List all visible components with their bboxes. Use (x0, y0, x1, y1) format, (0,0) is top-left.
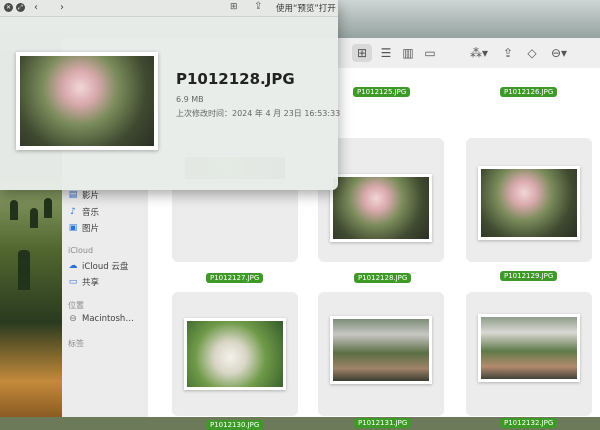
sidebar-item-movies[interactable]: ▤ 影片 (68, 189, 99, 201)
tag-button[interactable]: ◇ (522, 44, 542, 62)
preview-file-size: 6.9 MB (176, 95, 204, 104)
preview-thumbnail (16, 52, 158, 150)
sidebar-item-photos[interactable]: ▣ 图片 (68, 222, 99, 234)
music-icon: ♪ (70, 207, 76, 217)
file-label[interactable]: P1012127.JPG (206, 273, 264, 283)
disk-icon: ⊖ (69, 314, 77, 324)
shared-folder-icon: ▭ (68, 277, 78, 287)
sidebar-section-icloud: iCloud (68, 246, 94, 255)
grid-icon: ⊞ (356, 46, 368, 60)
preview-file-name: P1012128.JPG (176, 70, 295, 88)
chevron-right-icon[interactable]: › (60, 2, 64, 13)
sidebar-item-label: 共享 (82, 278, 100, 288)
file-thumbnail (478, 314, 580, 382)
file-thumbnail (478, 166, 580, 240)
file-label[interactable]: P1012126.JPG (500, 87, 558, 97)
list-icon: ☰ (380, 46, 392, 60)
sidebar-item-icloud-drive[interactable]: ☁ iCloud 云盘 (68, 260, 129, 272)
sidebar-item-label: 图片 (82, 224, 100, 234)
quick-look-titlebar: ✕ ⤢ ‹ › ⊞ ⇪ 使用“预览”打开 (0, 0, 338, 17)
gallery-icon: ▭ (424, 46, 436, 60)
file-thumbnail (184, 318, 286, 390)
file-label[interactable]: P1012132.JPG (500, 418, 558, 428)
sidebar-section-locations: 位置 (68, 301, 84, 310)
file-item[interactable] (466, 138, 592, 262)
columns-icon: ▥ (402, 46, 414, 60)
file-label[interactable]: P1012129.JPG (500, 271, 558, 281)
photo-icon: ▣ (68, 223, 78, 233)
film-icon: ▤ (68, 190, 78, 200)
sidebar-item-label: Macintosh… (82, 314, 134, 324)
share-icon[interactable]: ⇪ (254, 1, 262, 12)
sidebar-item-music[interactable]: ♪ 音乐 (68, 206, 99, 218)
file-label[interactable]: P1012131.JPG (354, 418, 412, 428)
column-view-button[interactable]: ▥ (398, 44, 418, 62)
file-label[interactable]: P1012130.JPG (206, 420, 264, 430)
desktop-wallpaper-forest (0, 180, 62, 417)
sidebar-section-tags: 标签 (68, 339, 84, 348)
file-thumbnail (330, 316, 432, 384)
open-with-preview-button[interactable]: 使用“预览”打开 (276, 2, 336, 14)
file-label[interactable]: P1012125.JPG (353, 87, 411, 97)
share-icon: ⇪ (502, 46, 514, 60)
icon-view-button[interactable]: ⊞ (352, 44, 372, 62)
chevron-left-icon[interactable]: ‹ (34, 2, 38, 13)
group-icon: ⁂▾ (469, 46, 489, 60)
sidebar-item-label: 音乐 (82, 208, 100, 218)
file-item[interactable] (172, 292, 298, 416)
file-label[interactable]: P1012128.JPG (354, 273, 412, 283)
file-thumbnail (330, 174, 432, 242)
fullscreen-icon[interactable]: ⤢ (16, 3, 25, 12)
ellipsis-circle-icon: ⊖▾ (550, 46, 568, 60)
cloud-icon: ☁ (68, 261, 78, 271)
preview-modified-date: 上次修改时间：2024 年 4 月 23日 16:53:33 (176, 109, 341, 118)
file-item[interactable] (318, 292, 444, 416)
grid-icon[interactable]: ⊞ (230, 2, 238, 12)
more-actions-button[interactable]: ⊖▾ (546, 44, 572, 62)
tag-icon: ◇ (527, 46, 537, 60)
file-item[interactable] (466, 292, 592, 416)
close-icon[interactable]: ✕ (4, 3, 13, 12)
sidebar-item-label: iCloud 云盘 (82, 262, 129, 272)
quick-look-panel: ✕ ⤢ ‹ › ⊞ ⇪ 使用“预览”打开 P1012128.JPG 6.9 MB… (0, 0, 341, 190)
sidebar-item-macintosh-hd[interactable]: ⊖ Macintosh… (68, 314, 134, 324)
sidebar-item-shared[interactable]: ▭ 共享 (68, 276, 99, 288)
group-button[interactable]: ⁂▾ (466, 44, 492, 62)
list-view-button[interactable]: ☰ (376, 44, 396, 62)
sidebar-item-label: 影片 (82, 191, 100, 201)
share-button[interactable]: ⇪ (498, 44, 518, 62)
gallery-view-button[interactable]: ▭ (420, 44, 440, 62)
